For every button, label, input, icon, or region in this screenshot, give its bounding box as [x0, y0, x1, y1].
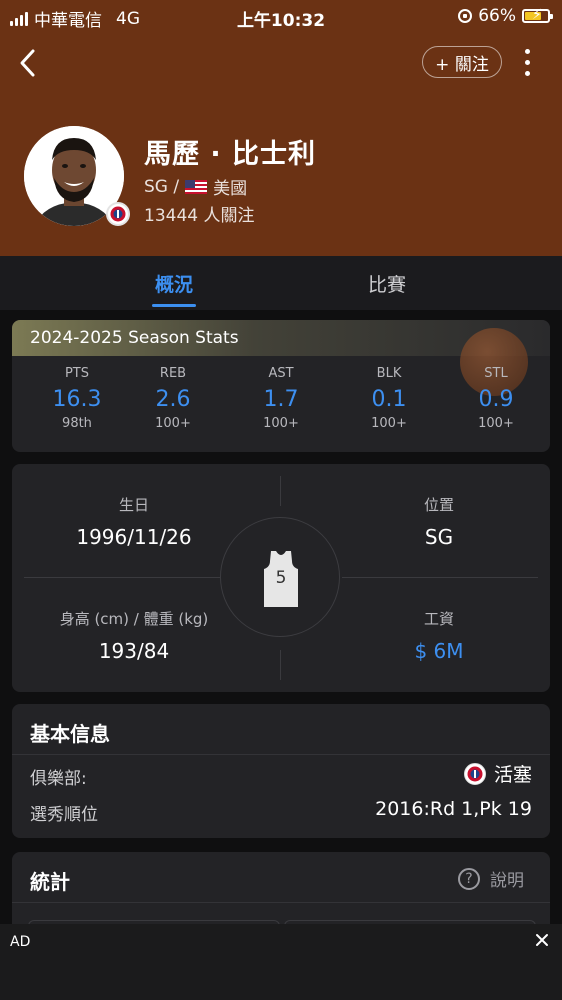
season-stats-header: 2024-2025 Season Stats [12, 320, 550, 396]
position-cell: 位置 SG [339, 494, 539, 549]
stat-ast: AST 1.7 100+ [241, 366, 321, 431]
divider [12, 902, 550, 903]
stat-stl: STL 0.9 100+ [456, 366, 536, 431]
ad-label: AD [10, 934, 31, 950]
stat-rank: 100+ [371, 416, 407, 431]
season-stats-card[interactable]: 2024-2025 Season Stats PTS 16.3 98th REB… [12, 320, 550, 452]
birthday-value: 1996/11/26 [76, 525, 192, 549]
position-value: SG [424, 525, 454, 549]
stat-label: AST [268, 366, 294, 381]
status-right: 66% ⚡ [458, 6, 553, 26]
more-dot-icon [524, 70, 530, 76]
stat-reb: REB 2.6 100+ [133, 366, 213, 431]
player-country: 美國 [213, 179, 248, 199]
birthday-label: 生日 [118, 496, 149, 514]
stat-label: STL [484, 366, 508, 381]
birthday-cell: 生日 1996/11/26 [34, 494, 234, 549]
height-weight-label: 身高 (cm) / 體重 (kg) [59, 610, 209, 628]
player-name: 馬歷 · 比士利 [144, 139, 317, 170]
stat-value: 16.3 [52, 387, 102, 412]
tab-games[interactable]: 比賽 [327, 256, 447, 310]
stat-label: REB [159, 366, 187, 381]
stat-value: 2.6 [155, 387, 191, 412]
divider [342, 577, 538, 578]
player-profile-page: 中華電信 4G 上午10:32 66% ⚡ + 關注 馬歷 · 比士利 SG /… [0, 0, 562, 1000]
player-position: SG / [144, 176, 180, 197]
stat-rank: 100+ [263, 416, 299, 431]
divider [24, 577, 220, 578]
status-bar: 中華電信 4G 上午10:32 66% ⚡ [0, 0, 562, 34]
battery-icon: ⚡ [522, 7, 553, 23]
chevron-left-icon [20, 49, 35, 77]
club-link[interactable]: 活塞 [463, 760, 532, 787]
question-icon: ? [458, 867, 480, 890]
bio-card: 5 生日 1996/11/26 位置 SG 身高 (cm) / 體重 (kg) … [12, 464, 550, 692]
club-label: 俱樂部: [30, 769, 87, 789]
help-label: 說明 [490, 871, 524, 891]
close-icon[interactable] [532, 930, 552, 950]
team-logo-icon [463, 762, 486, 785]
stat-label: PTS [64, 366, 90, 381]
tab-overview[interactable]: 概況 [114, 256, 234, 310]
divider [12, 754, 550, 755]
battery-percent: 66% [478, 6, 516, 26]
divider [280, 476, 281, 506]
basic-info-card: 基本信息 俱樂部: 活塞 選秀順位 2016:Rd 1,Pk 19 [12, 704, 550, 838]
height-weight-value: 193/84 [98, 639, 170, 663]
player-avatar-wrap [24, 126, 130, 230]
follow-label: + 關注 [435, 54, 489, 75]
back-button[interactable] [12, 46, 42, 80]
stat-rank: 100+ [155, 416, 191, 431]
ad-banner[interactable]: AD [0, 924, 562, 1000]
active-tab-indicator [152, 304, 196, 307]
height-weight-cell: 身高 (cm) / 體重 (kg) 193/84 [34, 608, 234, 663]
stat-rank: 98th [62, 416, 92, 431]
divider [280, 650, 281, 680]
stat-blk: BLK 0.1 100+ [349, 366, 429, 431]
position-label: 位置 [423, 496, 454, 514]
more-options-button[interactable] [516, 46, 538, 78]
help-button[interactable]: ? 說明 [458, 866, 524, 891]
draft-value: 2016:Rd 1,Pk 19 [375, 798, 532, 820]
team-logo-icon [106, 202, 130, 226]
tab-bar: 概況 比賽 [0, 256, 562, 310]
player-header: 中華電信 4G 上午10:32 66% ⚡ + 關注 馬歷 · 比士利 SG /… [0, 0, 562, 256]
player-position-country: SG / 美國 [144, 174, 248, 200]
us-flag-icon [185, 179, 208, 194]
stat-rank: 100+ [478, 416, 514, 431]
salary-value: $ 6M [414, 639, 464, 663]
stat-label: BLK [376, 366, 402, 381]
statistics-title: 統計 [30, 870, 70, 894]
salary-cell: 工資 $ 6M [339, 608, 539, 663]
stat-value: 1.7 [263, 387, 299, 412]
club-name: 活塞 [493, 764, 532, 786]
more-dot-icon [524, 48, 530, 54]
draft-label: 選秀順位 [30, 805, 98, 825]
season-stats-title: 2024-2025 Season Stats [30, 328, 239, 348]
stat-pts: PTS 16.3 98th [37, 366, 117, 431]
stat-value: 0.9 [478, 387, 514, 412]
follower-count: 13444 人關注 [144, 206, 255, 226]
follow-button[interactable]: + 關注 [422, 46, 502, 78]
draft-text: 2016:Rd 1,Pk 19 [375, 798, 532, 820]
stat-value: 0.1 [371, 387, 407, 412]
basic-info-title: 基本信息 [30, 722, 110, 746]
jersey-number: 5 [275, 568, 287, 588]
orientation-lock-icon [458, 9, 473, 23]
more-dot-icon [524, 59, 530, 65]
salary-label: 工資 [423, 610, 454, 628]
